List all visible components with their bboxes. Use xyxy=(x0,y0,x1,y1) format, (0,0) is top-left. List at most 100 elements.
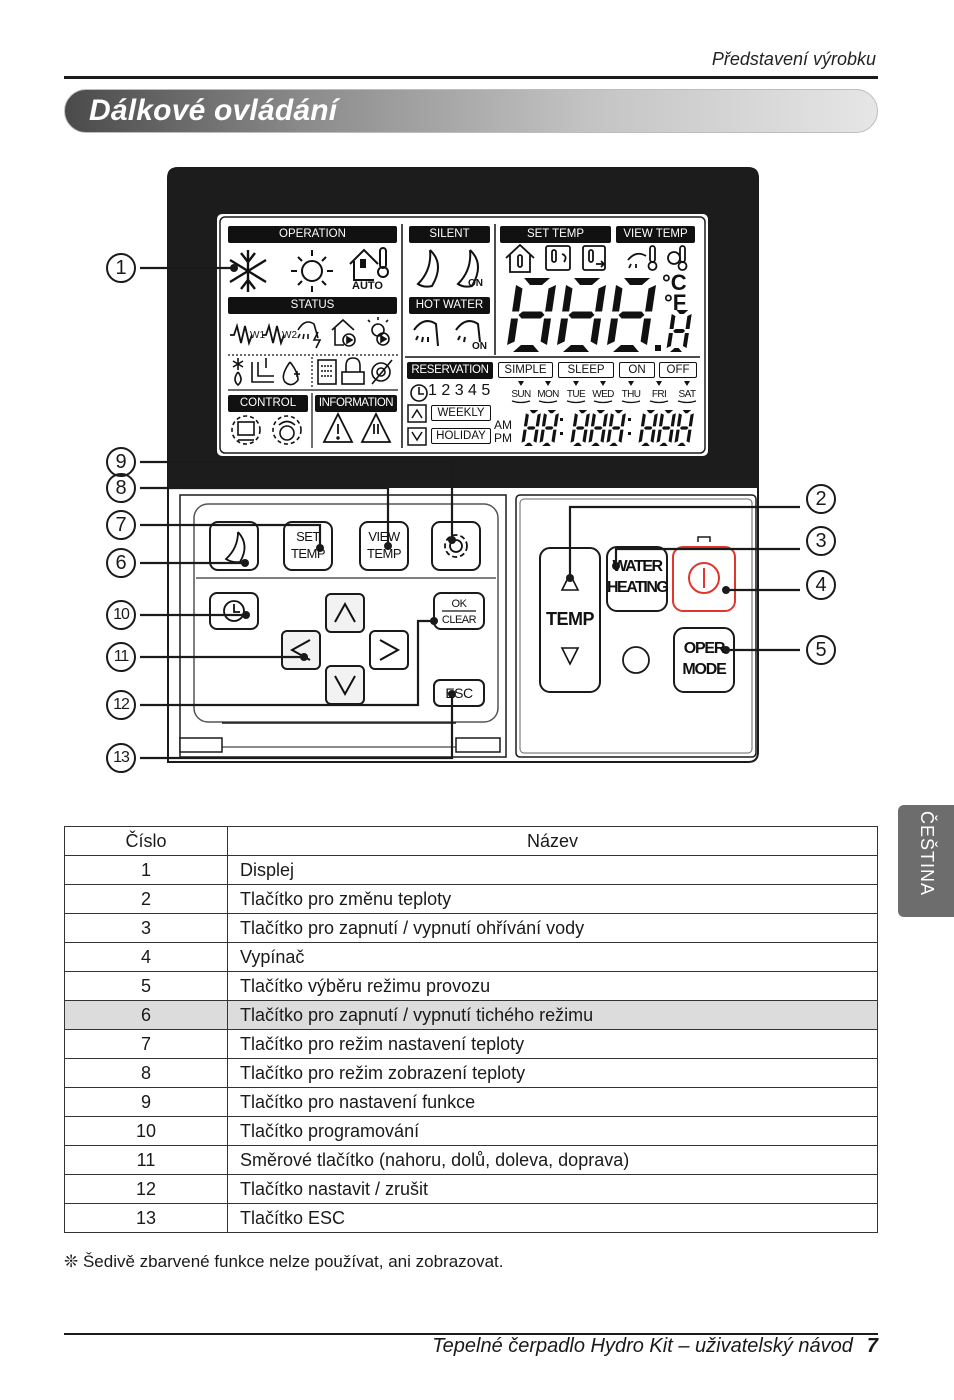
segment xyxy=(661,426,671,430)
temp-label: TEMP xyxy=(545,609,595,629)
lcd-sleep-label: SLEEP xyxy=(558,362,614,378)
row-name: Tlačítko programování xyxy=(227,1116,878,1146)
remote-illustration: OPERATION AUTO STATUS W1 W2 CONTROL INFO… xyxy=(0,0,954,800)
lcd-off-label: OFF xyxy=(659,362,697,378)
set-temp-label-line2: TEMP xyxy=(290,546,326,561)
callout-6: 6 xyxy=(106,548,136,578)
row-number: 5 xyxy=(64,971,228,1001)
lcd-information-label: INFORMATION xyxy=(315,395,397,412)
callout-1: 1 xyxy=(106,253,136,283)
segment xyxy=(593,426,603,430)
segment xyxy=(673,329,686,333)
lcd-on-label: ON xyxy=(619,362,655,378)
lcd-silent-on-label: ON xyxy=(468,278,483,289)
remote-drawing xyxy=(140,167,800,763)
set-temp-label-line1: SET xyxy=(296,529,320,544)
down-button xyxy=(325,665,365,705)
up-button xyxy=(325,593,365,633)
segment xyxy=(643,426,653,430)
footnote: ❊ Šedivě zbarvené funkce nelze používat,… xyxy=(64,1252,504,1271)
lcd-operation-label: OPERATION xyxy=(228,226,397,243)
row-number: 7 xyxy=(64,1029,228,1059)
row-number: 1 xyxy=(64,855,228,885)
language-tab-label: ČEŠTINA xyxy=(917,811,937,897)
row-number: 4 xyxy=(64,942,228,972)
view-temp-label-line1: VIEW xyxy=(368,529,400,544)
segment xyxy=(611,426,621,430)
lcd-simple-label: SIMPLE xyxy=(498,362,553,378)
segment xyxy=(618,311,645,319)
lcd-slots-label: 1 2 3 4 5 xyxy=(428,382,491,399)
lcd-w1-label: W1 xyxy=(250,330,265,341)
row-name: Tlačítko pro změnu teploty xyxy=(227,884,878,914)
clock-colon xyxy=(560,432,563,435)
segment xyxy=(526,426,536,430)
esc-label: ESC xyxy=(445,685,473,701)
decimal-point xyxy=(655,345,661,351)
callout-12: 12 xyxy=(106,690,136,720)
header-number: Číslo xyxy=(64,826,228,856)
callout-11: 11 xyxy=(106,642,136,672)
callout-7: 7 xyxy=(106,510,136,540)
right-button xyxy=(369,630,409,670)
footer: Tepelné čerpadlo Hydro Kit – uživatelský… xyxy=(432,1335,878,1358)
page-number: 7 xyxy=(866,1335,878,1357)
row-name: Tlačítko pro zapnutí / vypnutí ohřívání … xyxy=(227,913,878,943)
table-row: 12 Tlačítko nastavit / zrušit xyxy=(64,1174,878,1204)
row-number: 9 xyxy=(64,1087,228,1117)
lcd-am-label: AM xyxy=(494,418,512,432)
callout-13: 13 xyxy=(106,743,136,773)
row-number: 6 xyxy=(64,1000,228,1030)
table-row: 2 Tlačítko pro změnu teploty xyxy=(64,884,878,914)
lcd-view-temp-label: VIEW TEMP xyxy=(616,226,695,243)
row-name: Tlačítko nastavit / zrušit xyxy=(227,1174,878,1204)
lcd-fahrenheit-label: °F xyxy=(664,290,687,315)
lcd-reservation-label: RESERVATION xyxy=(407,362,493,379)
callout-2: 2 xyxy=(806,484,836,514)
clock-colon xyxy=(628,418,631,421)
row-name: Tlačítko pro režim zobrazení teploty xyxy=(227,1058,878,1088)
table-header-row: Číslo Název xyxy=(64,826,878,856)
row-number: 12 xyxy=(64,1174,228,1204)
segment xyxy=(544,426,554,430)
clear-label: CLEAR xyxy=(441,614,477,626)
lcd-day-sun: SUN xyxy=(511,389,531,400)
row-name: Směrové tlačítko (nahoru, dolů, doleva, … xyxy=(227,1145,878,1175)
lcd-status-label: STATUS xyxy=(228,297,397,314)
left-button xyxy=(281,630,321,670)
row-number: 10 xyxy=(64,1116,228,1146)
row-name: Tlačítko výběru režimu provozu xyxy=(227,971,878,1001)
ok-label: OK xyxy=(451,598,467,610)
footer-text: Tepelné čerpadlo Hydro Kit – uživatelský… xyxy=(432,1335,853,1357)
row-number: 13 xyxy=(64,1203,228,1233)
lcd-pm-label: PM xyxy=(494,431,512,445)
lcd-day-sat: SAT xyxy=(678,389,697,400)
table-row: 6 Tlačítko pro zapnutí / vypnutí tichého … xyxy=(64,1000,878,1030)
row-number: 2 xyxy=(64,884,228,914)
water-heating-label-line2: HEATING xyxy=(607,579,669,596)
lcd-silent-label: SILENT xyxy=(409,226,490,243)
lcd-holiday-label: HOLIDAY xyxy=(431,428,491,444)
table-row: 13 Tlačítko ESC xyxy=(64,1203,878,1233)
lcd-w2-label: W2 xyxy=(282,330,297,341)
language-tab[interactable]: ČEŠTINA xyxy=(898,805,954,917)
lcd-day-thu: THU xyxy=(621,389,641,400)
oper-mode-button xyxy=(673,627,735,693)
clock-colon xyxy=(560,418,563,421)
header-name: Název xyxy=(227,826,878,856)
row-name: Tlačítko pro nastavení funkce xyxy=(227,1087,878,1117)
table-row: 1 Displej xyxy=(64,855,878,885)
lcd-day-tue: TUE xyxy=(566,389,586,400)
lcd-auto-label: AUTO xyxy=(352,280,383,292)
table-row: 8 Tlačítko pro režim zobrazení teploty xyxy=(64,1058,878,1088)
lcd-weekly-label: WEEKLY xyxy=(431,405,491,421)
row-name: Tlačítko ESC xyxy=(227,1203,878,1233)
table-row: 4 Vypínač xyxy=(64,942,878,972)
callout-3: 3 xyxy=(806,526,836,556)
callout-5: 5 xyxy=(806,635,836,665)
table-row: 5 Tlačítko výběru režimu provozu xyxy=(64,971,878,1001)
oper-mode-label-line1: OPER xyxy=(683,640,726,657)
oper-mode-label-line2: MODE xyxy=(682,661,726,678)
lcd-hot-water-on-label: ON xyxy=(472,341,487,352)
row-name: Displej xyxy=(227,855,878,885)
